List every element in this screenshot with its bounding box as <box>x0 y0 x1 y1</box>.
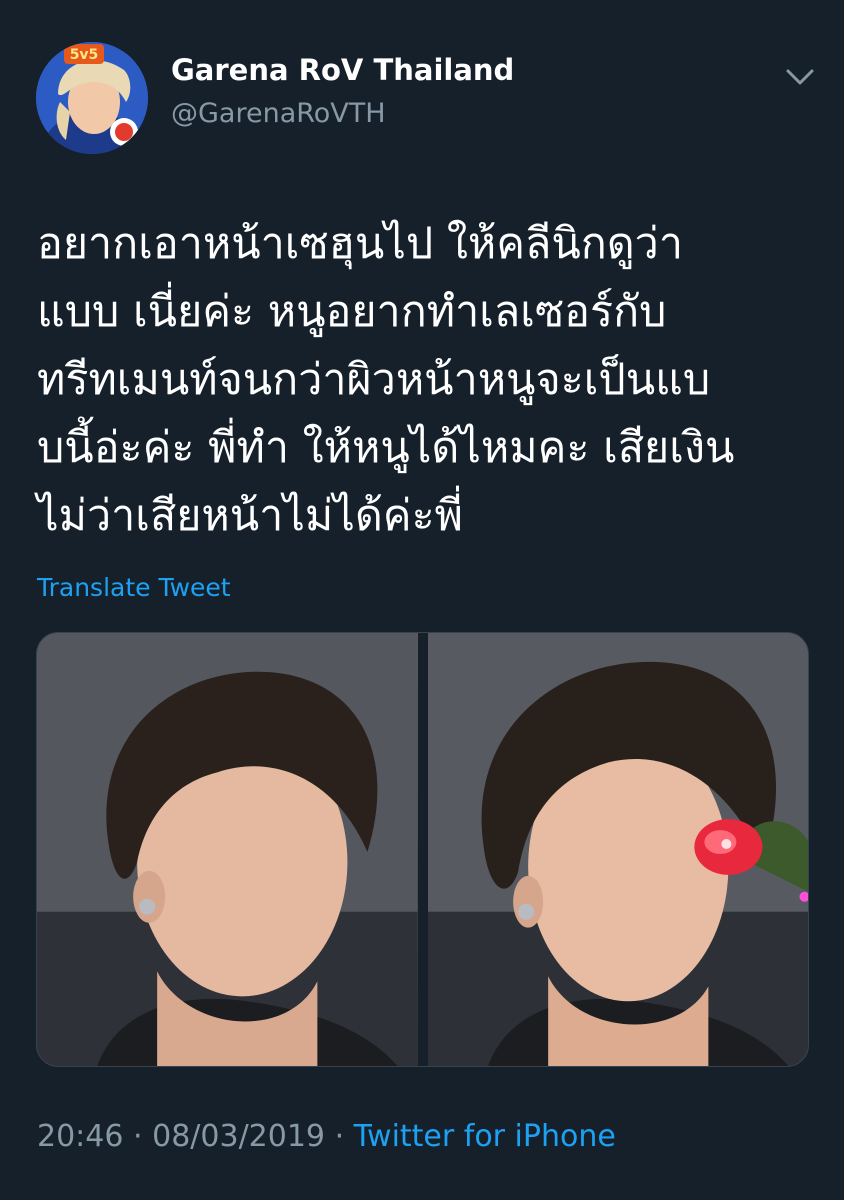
tweet-text-line: อยากเอาหน้าเซฮุนไป ให้คลีนิกดูว่า <box>37 219 683 269</box>
media-grid <box>36 632 809 1067</box>
tweet-source-link[interactable]: Twitter for iPhone <box>354 1119 616 1154</box>
avatar-image: 5v5 <box>36 42 148 154</box>
meta-separator: · <box>334 1119 345 1154</box>
translate-tweet-link[interactable]: Translate Tweet <box>37 573 231 602</box>
tweet-text-line: ไม่ว่าเสียหน้าไม่ได้ค่ะพี่ <box>37 491 464 541</box>
display-name[interactable]: Garena RoV Thailand <box>171 53 514 87</box>
photo-1[interactable] <box>37 633 418 1066</box>
tweet-date[interactable]: 08/03/2019 <box>152 1119 325 1154</box>
avatar-badge-text: 5v5 <box>70 47 99 63</box>
chevron-down-icon[interactable] <box>784 64 816 90</box>
photo-2[interactable] <box>427 633 808 1066</box>
tweet-text-line: แบบ เนี่ยค่ะ หนูอยากทำเลเซอร์กับ <box>37 287 667 337</box>
tweet-text-line: ทรีทเมนท์จนกว่าผิวหน้าหนูจะเป็นแบ <box>37 355 711 405</box>
photo-2-image <box>427 633 808 1066</box>
photo-1-image <box>37 633 418 1066</box>
user-handle[interactable]: @GarenaRoVTH <box>171 98 386 129</box>
meta-separator: · <box>133 1119 143 1154</box>
tweet-time[interactable]: 20:46 <box>37 1119 123 1154</box>
tweet-text: อยากเอาหน้าเซฮุนไป ให้คลีนิกดูว่า แบบ เน… <box>37 210 807 550</box>
tweet-meta: 20:46 · 08/03/2019 · Twitter for iPhone <box>37 1119 616 1154</box>
tweet: 5v5 Garena RoV Thailand @GarenaRoVTH อยา… <box>0 0 844 1200</box>
tweet-text-line: บนี้อ่ะค่ะ พี่ทำ ให้หนูได้ไหมคะ เสียเงิน <box>37 423 735 473</box>
avatar[interactable]: 5v5 <box>36 42 148 154</box>
